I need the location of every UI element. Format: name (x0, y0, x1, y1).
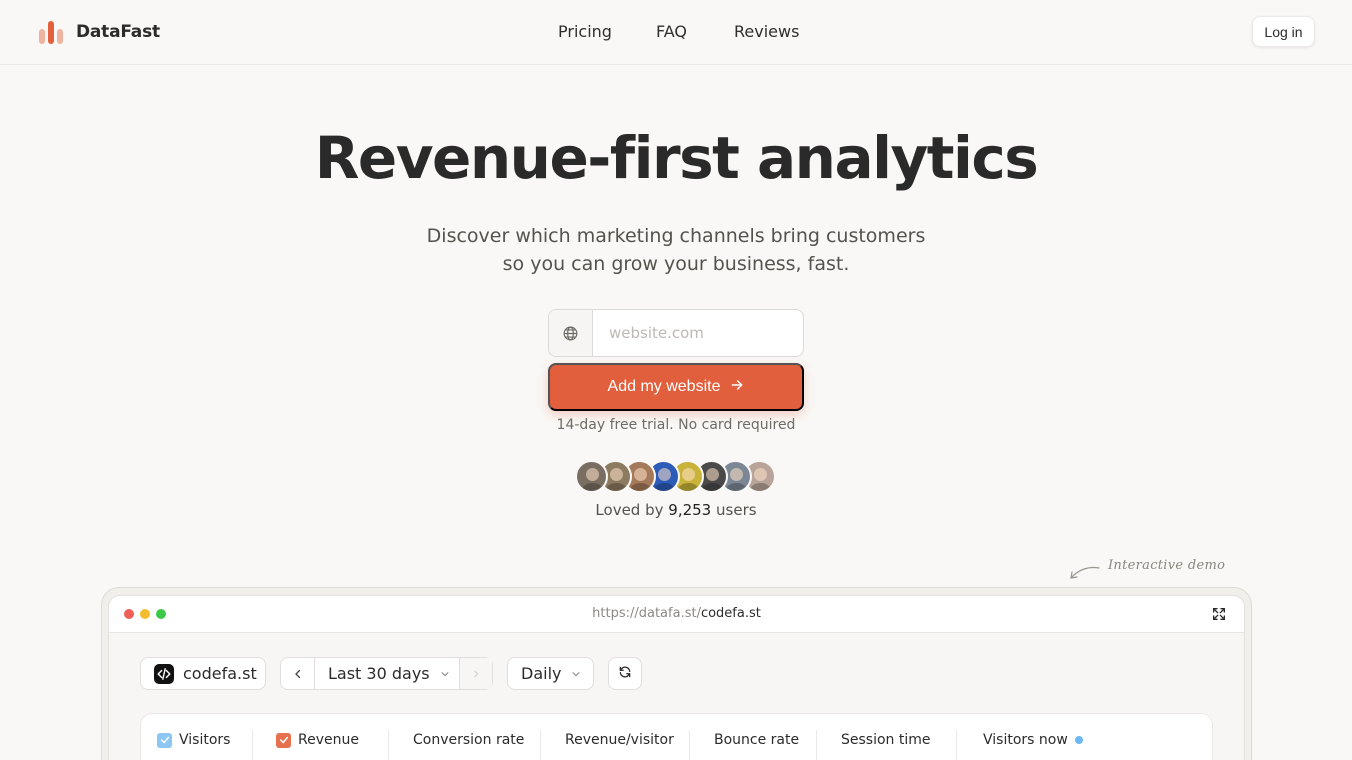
curved-arrow-icon (1070, 566, 1100, 579)
demo-url: https://datafa.st/codefa.st (109, 606, 1244, 621)
metrics-panel: Visitors Revenue Conversion rate Revenue… (140, 713, 1213, 760)
nav-links: Pricing FAQ Reviews (0, 0, 1352, 64)
metric-visitors-now[interactable]: Visitors now (983, 732, 1083, 748)
loved-prefix: Loved by (595, 501, 664, 519)
site-name: codefa.st (183, 664, 257, 683)
bar-chart-logo-icon (39, 19, 65, 45)
divider (252, 730, 253, 760)
metric-visitors[interactable]: Visitors (157, 732, 230, 748)
demo-url-path: codefa.st (700, 606, 761, 621)
globe-icon (549, 310, 593, 356)
top-nav: DataFast Pricing FAQ Reviews Log in (0, 0, 1352, 65)
metric-label: Visitors (179, 732, 231, 748)
date-range-dropdown[interactable]: Last 30 days (315, 664, 459, 683)
user-count: 9,253 (668, 501, 712, 519)
chevron-left-icon[interactable] (281, 658, 315, 689)
metric-label: Conversion rate (413, 732, 525, 748)
brand-name: DataFast (76, 22, 160, 42)
login-button[interactable]: Log in (1252, 16, 1315, 47)
metric-conversion-rate[interactable]: Conversion rate (413, 732, 524, 748)
chevron-down-icon (440, 664, 450, 683)
site-selector[interactable]: codefa.st (140, 657, 266, 690)
loved-by-text: Loved by 9,253 users (0, 501, 1352, 519)
metric-revenue-per-visitor[interactable]: Revenue/visitor (565, 732, 674, 748)
nav-link-faq[interactable]: FAQ (656, 22, 687, 41)
granularity-dropdown[interactable]: Daily (507, 657, 594, 690)
metric-revenue[interactable]: Revenue (276, 732, 359, 748)
fullscreen-icon[interactable] (1211, 606, 1227, 626)
refresh-button[interactable] (608, 657, 642, 690)
interactive-demo-note: Interactive demo (1108, 558, 1226, 573)
user-avatar (575, 460, 608, 493)
divider (388, 730, 389, 760)
add-website-button[interactable]: Add my website (548, 363, 804, 411)
metric-label: Bounce rate (714, 732, 800, 748)
code-icon (154, 663, 174, 684)
demo-url-base: https://datafa.st/ (592, 606, 701, 621)
arrow-right-icon (730, 378, 744, 397)
website-input[interactable] (593, 310, 803, 356)
metric-session-time[interactable]: Session time (841, 732, 931, 748)
brand-logo[interactable]: DataFast (39, 19, 160, 45)
date-range-label: Last 30 days (328, 664, 430, 683)
user-avatars (575, 460, 776, 494)
hero-subtitle: Discover which marketing channels bring … (0, 222, 1352, 278)
browser-title-bar: https://datafa.st/codefa.st (109, 596, 1244, 633)
demo-browser-window: https://datafa.st/codefa.st codefa.st La… (108, 595, 1245, 760)
live-indicator-dot (1074, 736, 1083, 744)
hero-title: Revenue-first analytics (314, 124, 1039, 192)
nav-link-pricing[interactable]: Pricing (558, 22, 612, 41)
trial-note: 14-day free trial. No card required (556, 417, 796, 433)
nav-link-reviews[interactable]: Reviews (734, 22, 799, 41)
hero-subtitle-line-1: Discover which marketing channels bring … (426, 225, 926, 247)
metric-label: Revenue (298, 732, 359, 748)
metric-bounce-rate[interactable]: Bounce rate (714, 732, 799, 748)
hero-subtitle-line-2: so you can grow your business, fast. (502, 253, 850, 275)
metric-label: Visitors now (983, 732, 1068, 748)
divider (689, 730, 690, 760)
divider (540, 730, 541, 760)
divider (956, 730, 957, 760)
granularity-label: Daily (521, 664, 562, 683)
checkbox-checked-icon[interactable] (157, 732, 172, 748)
metric-label: Revenue/visitor (565, 732, 674, 748)
checkbox-checked-icon[interactable] (276, 732, 291, 748)
date-range-selector: Last 30 days (280, 657, 493, 690)
chevron-right-icon[interactable] (459, 658, 492, 689)
website-input-group (548, 309, 804, 357)
divider (816, 730, 817, 760)
metric-label: Session time (841, 732, 931, 748)
add-website-label: Add my website (607, 378, 721, 395)
refresh-icon (618, 664, 632, 683)
chevron-down-icon (571, 664, 581, 683)
loved-suffix: users (716, 501, 757, 519)
